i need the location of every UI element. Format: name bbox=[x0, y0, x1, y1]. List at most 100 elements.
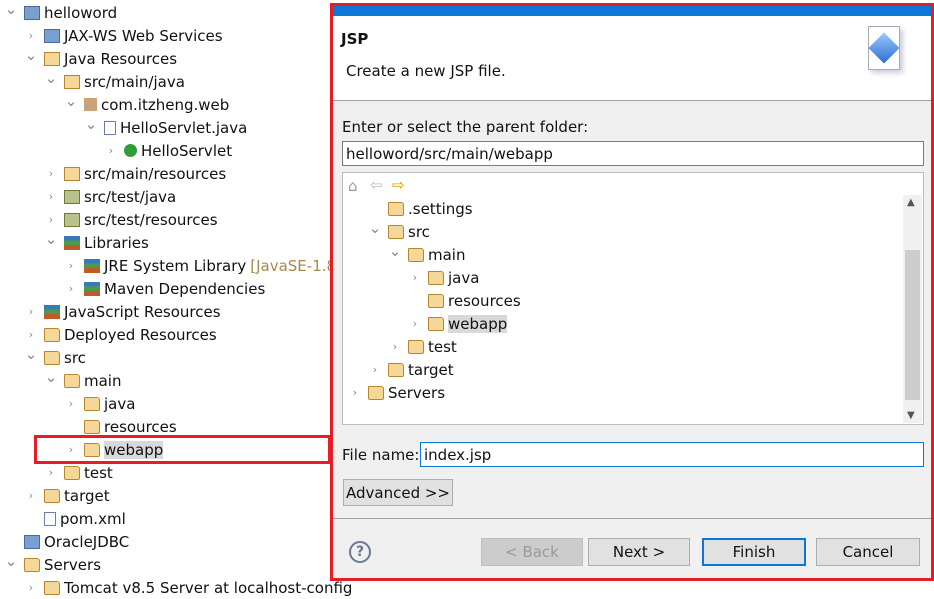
lib-icon bbox=[44, 304, 60, 319]
tree-item[interactable]: › target bbox=[368, 358, 454, 381]
tree-item[interactable]: resources bbox=[408, 289, 521, 312]
tree-item[interactable]: ⌄ Libraries bbox=[44, 230, 149, 254]
tree-item[interactable]: › JAX-WS Web Services bbox=[24, 24, 223, 47]
tree-item[interactable]: ⌄ HelloServlet.java bbox=[84, 115, 248, 139]
scroll-down-icon[interactable]: ▼ bbox=[907, 410, 915, 421]
chevron-right-icon[interactable]: › bbox=[368, 363, 382, 376]
scrollbar-thumb[interactable] bbox=[905, 250, 920, 400]
chevron-down-icon[interactable]: ⌄ bbox=[44, 69, 58, 87]
chevron-right-icon[interactable]: › bbox=[24, 328, 38, 341]
tree-item-label: OracleJDBC bbox=[44, 532, 130, 551]
tree-item[interactable]: › src/main/resources bbox=[44, 162, 226, 185]
tree-item[interactable]: › test bbox=[44, 461, 113, 484]
tree-item[interactable]: ⌄ main bbox=[44, 368, 122, 392]
tree-item[interactable]: › test bbox=[388, 335, 457, 358]
chevron-right-icon[interactable]: › bbox=[24, 29, 38, 42]
chevron-down-icon[interactable]: ⌄ bbox=[64, 92, 78, 110]
advanced-button[interactable]: Advanced >> bbox=[343, 479, 453, 506]
tree-item[interactable]: › Servers bbox=[348, 381, 445, 404]
finish-button[interactable]: Finish bbox=[702, 538, 806, 566]
chevron-right-icon[interactable]: › bbox=[44, 190, 58, 203]
tree-item[interactable]: › java bbox=[408, 266, 480, 289]
back-button[interactable]: < Back bbox=[481, 538, 583, 566]
chevron-down-icon[interactable]: ⌄ bbox=[44, 368, 58, 386]
chevron-right-icon[interactable]: › bbox=[64, 259, 78, 272]
tree-item-label: Deployed Resources bbox=[64, 325, 217, 344]
dialog-title: JSP bbox=[341, 30, 369, 48]
folder-icon bbox=[64, 373, 80, 388]
tree-item-label: src bbox=[408, 222, 430, 241]
tree-item-suffix: [JavaSE-1.8] bbox=[250, 256, 342, 275]
forward-arrow-icon[interactable]: ⇨ bbox=[392, 176, 405, 194]
tree-scrollbar[interactable]: ▲ ▼ bbox=[903, 195, 922, 423]
chevron-down-icon[interactable]: ⌄ bbox=[368, 219, 382, 237]
cancel-button[interactable]: Cancel bbox=[816, 538, 920, 566]
tree-item-label: Libraries bbox=[84, 233, 149, 252]
chevron-right-icon[interactable]: › bbox=[408, 317, 422, 330]
chevron-right-icon[interactable]: › bbox=[388, 340, 402, 353]
folder-icon bbox=[388, 224, 404, 239]
parent-folder-input[interactable]: helloword/src/main/webapp bbox=[342, 141, 924, 166]
chevron-right-icon[interactable]: › bbox=[64, 397, 78, 410]
new-jsp-dialog: JSP Create a new JSP file. Enter or sele… bbox=[330, 3, 934, 581]
tree-item[interactable]: ⌄ helloword bbox=[4, 0, 118, 24]
chevron-down-icon[interactable]: ⌄ bbox=[4, 0, 18, 18]
chevron-down-icon[interactable]: ⌄ bbox=[84, 115, 98, 133]
chevron-right-icon[interactable]: › bbox=[24, 489, 38, 502]
tree-item[interactable]: OracleJDBC bbox=[4, 530, 129, 553]
chevron-right-icon[interactable]: › bbox=[64, 282, 78, 295]
tree-item[interactable]: › webapp bbox=[408, 312, 508, 335]
chevron-right-icon[interactable]: › bbox=[44, 167, 58, 180]
chevron-down-icon[interactable]: ⌄ bbox=[4, 552, 18, 570]
tree-item[interactable]: ⌄ src/main/java bbox=[44, 69, 185, 93]
tree-item-label: src bbox=[64, 348, 86, 367]
tree-item-label: Servers bbox=[388, 383, 446, 402]
chevron-right-icon[interactable]: › bbox=[24, 305, 38, 318]
tree-item-label: JRE System Library bbox=[104, 256, 247, 275]
home-icon[interactable]: ⌂ bbox=[348, 177, 358, 195]
proj-icon bbox=[24, 5, 40, 20]
chevron-down-icon[interactable]: ⌄ bbox=[44, 230, 58, 248]
help-icon[interactable]: ? bbox=[349, 541, 371, 563]
tree-item[interactable]: ⌄ Java Resources bbox=[24, 46, 177, 70]
scroll-up-icon[interactable]: ▲ bbox=[907, 197, 915, 208]
folder-tree[interactable]: ⌂ ⇦ ⇨ .settings ⌄ src ⌄ main › java resources › w… bbox=[342, 172, 924, 425]
tree-item[interactable]: › HelloServlet bbox=[104, 139, 232, 162]
tree-item[interactable]: ⌄ Servers bbox=[4, 552, 101, 576]
file-name-label: File name: bbox=[342, 446, 420, 464]
chevron-right-icon[interactable]: › bbox=[24, 581, 38, 594]
tree-item[interactable]: › target bbox=[24, 484, 110, 507]
chevron-down-icon[interactable]: ⌄ bbox=[24, 345, 38, 363]
tree-item-label: JavaScript Resources bbox=[64, 302, 221, 321]
tree-item[interactable]: › Maven Dependencies bbox=[64, 277, 265, 300]
chevron-right-icon[interactable]: › bbox=[44, 213, 58, 226]
tree-item[interactable]: ⌄ main bbox=[388, 242, 466, 266]
file-name-input[interactable]: index.jsp bbox=[420, 442, 924, 467]
tree-item[interactable]: pom.xml bbox=[24, 507, 126, 530]
tree-item[interactable]: .settings bbox=[368, 197, 473, 220]
chevron-right-icon[interactable]: › bbox=[44, 466, 58, 479]
chevron-down-icon[interactable]: ⌄ bbox=[388, 242, 402, 260]
chevron-down-icon[interactable]: ⌄ bbox=[24, 46, 38, 64]
tree-item[interactable]: › JavaScript Resources bbox=[24, 300, 221, 323]
tree-item[interactable]: ⌄ com.itzheng.web bbox=[64, 92, 230, 116]
back-arrow-icon[interactable]: ⇦ bbox=[370, 176, 383, 194]
chevron-right-icon[interactable]: › bbox=[104, 144, 118, 157]
tree-item[interactable]: › src/test/resources bbox=[44, 208, 218, 231]
jsp-wizard-icon bbox=[868, 26, 900, 70]
folder-icon bbox=[368, 385, 384, 400]
tree-item[interactable]: › JRE System Library [JavaSE-1.8] bbox=[64, 254, 342, 277]
chevron-right-icon[interactable]: › bbox=[348, 386, 362, 399]
tree-item[interactable]: ⌄ src bbox=[368, 219, 430, 243]
tree-item-label: helloword bbox=[44, 3, 118, 22]
tree-item[interactable]: ⌄ src bbox=[24, 345, 86, 369]
tree-item-label: Tomcat v8.5 Server at localhost-config bbox=[64, 578, 353, 597]
tree-item[interactable]: › Tomcat v8.5 Server at localhost-config bbox=[24, 576, 353, 599]
tree-item[interactable]: › Deployed Resources bbox=[24, 323, 217, 346]
next-button[interactable]: Next > bbox=[588, 538, 690, 566]
tree-item-label: .settings bbox=[408, 199, 473, 218]
tree-item[interactable]: › java bbox=[64, 392, 136, 415]
tree-item[interactable]: › src/test/java bbox=[44, 185, 176, 208]
folder-icon bbox=[24, 557, 40, 572]
chevron-right-icon[interactable]: › bbox=[408, 271, 422, 284]
